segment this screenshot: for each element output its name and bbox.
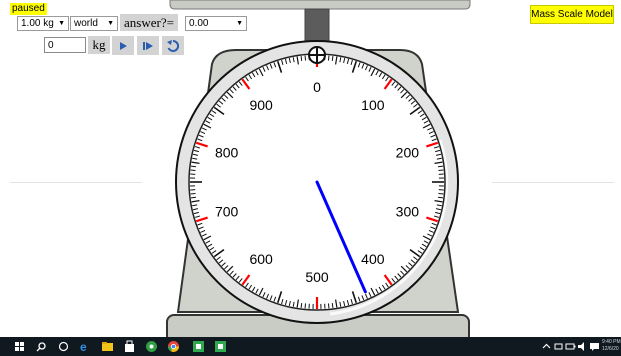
notification-icon[interactable]: [588, 340, 601, 353]
app-green-square-icon[interactable]: [192, 340, 205, 353]
app-green-icon[interactable]: [145, 340, 158, 353]
step-icon: [143, 41, 153, 50]
search-icon[interactable]: [35, 340, 48, 353]
chevron-down-icon: ▼: [107, 20, 114, 27]
mass-select[interactable]: 1.00 kg ▼: [17, 16, 69, 31]
edge-browser-icon[interactable]: e: [79, 340, 92, 353]
svg-text:e: e: [80, 340, 87, 353]
reset-icon: [167, 39, 180, 52]
windows-start-icon[interactable]: [13, 340, 26, 353]
app-green-square-icon-2[interactable]: [214, 340, 227, 353]
play-button[interactable]: [112, 36, 134, 55]
mass-select-value: 1.00 kg: [21, 18, 54, 29]
reset-button[interactable]: [162, 36, 184, 55]
minor-tick: [437, 196, 444, 199]
dial-label-200: 200: [396, 145, 420, 161]
dial-label-300: 300: [396, 203, 420, 219]
minor-tick: [331, 55, 334, 62]
chevron-down-icon: ▼: [236, 20, 243, 27]
file-explorer-icon[interactable]: [101, 340, 114, 353]
minor-tick: [437, 165, 444, 168]
answer-select[interactable]: 0.00 ▼: [185, 16, 247, 31]
unit-label: kg: [88, 36, 110, 54]
answer-label: answer?=: [120, 14, 178, 31]
taskbar: e 9:40 PM 12/6/20: [0, 337, 621, 356]
model-title-label: Mass Scale Model: [530, 5, 614, 24]
clock-time[interactable]: 9:40 PM: [602, 339, 621, 345]
dial-label-400: 400: [361, 251, 385, 267]
dial-label-800: 800: [215, 145, 239, 161]
dial-label-0: 0: [313, 79, 321, 95]
status-label: paused: [10, 3, 47, 15]
minor-tick: [300, 302, 303, 309]
minor-tick: [190, 196, 197, 199]
dial-label-600: 600: [249, 251, 273, 267]
minor-tick: [331, 302, 334, 309]
dial-label-100: 100: [361, 97, 385, 113]
frame-select-value: world: [74, 18, 98, 29]
dial-label-900: 900: [249, 97, 273, 113]
task-view-icon[interactable]: [57, 340, 70, 353]
minor-tick: [300, 55, 303, 62]
answer-select-value: 0.00: [189, 18, 209, 29]
chrome-icon[interactable]: [167, 340, 180, 353]
dial-label-700: 700: [215, 203, 239, 219]
chevron-down-icon: ▼: [58, 20, 65, 27]
minor-tick: [190, 165, 197, 168]
scale-top-cover: [169, 0, 471, 10]
play-icon: [120, 41, 127, 50]
clock-date[interactable]: 12/6/20: [602, 346, 619, 352]
mass-input[interactable]: [44, 37, 86, 53]
dial-label-500: 500: [305, 269, 329, 285]
step-button[interactable]: [137, 36, 159, 55]
store-icon[interactable]: [123, 340, 136, 353]
frame-select[interactable]: world ▼: [70, 16, 118, 31]
